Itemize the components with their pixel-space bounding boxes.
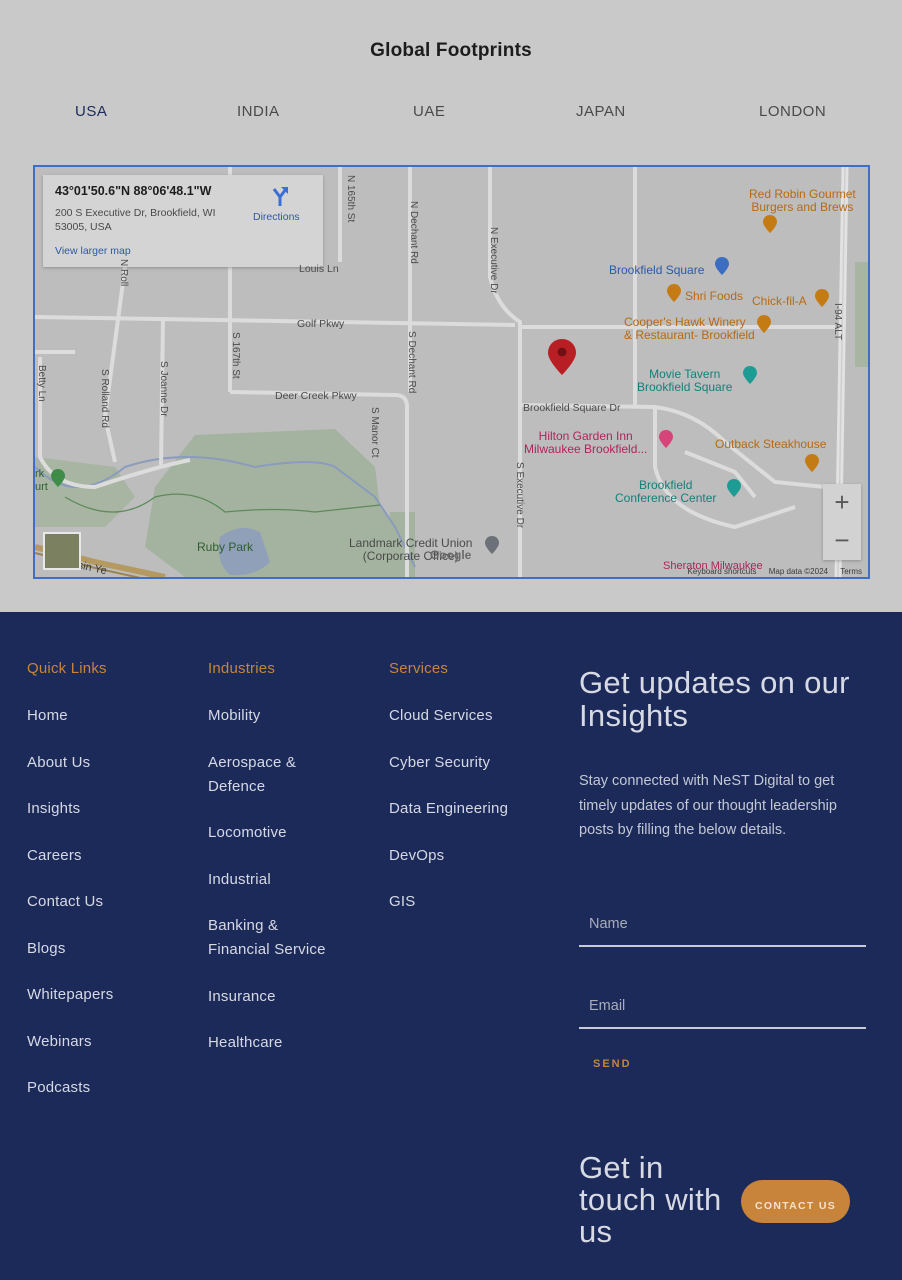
map-address: 200 S Executive Dr, Brookfield, WI 53005…: [55, 207, 216, 233]
tab-japan[interactable]: JAPAN: [576, 103, 626, 120]
road-label: Brookfield Square Dr: [523, 402, 621, 414]
road-label: Deer Creek Pkwy: [275, 390, 357, 402]
footer-link-devops[interactable]: DevOps: [389, 844, 508, 868]
section-title: Global Footprints: [370, 40, 532, 61]
road-label: S 167th St: [230, 332, 241, 379]
footer-link-blogs[interactable]: Blogs: [27, 937, 113, 961]
poi-chick-fil-a[interactable]: Chick-fil-A: [752, 295, 807, 308]
map-data-label: Map data ©2024: [768, 567, 828, 576]
restaurant-pin-icon[interactable]: [763, 215, 777, 233]
restaurant-pin-icon[interactable]: [757, 315, 771, 333]
site-footer: Quick Links Home About Us Insights Caree…: [0, 612, 902, 1280]
venue-pin-icon[interactable]: [727, 479, 741, 497]
poi-shri-foods[interactable]: Shri Foods: [685, 290, 743, 303]
road-label: S Rolland Rd: [99, 369, 110, 428]
tab-india[interactable]: INDIA: [237, 103, 280, 120]
tab-london[interactable]: LONDON: [759, 103, 826, 120]
directions-icon[interactable]: [269, 185, 291, 207]
road-label: N 165th St: [345, 175, 356, 223]
footer-link-podcasts[interactable]: Podcasts: [27, 1076, 113, 1100]
footer-link-home[interactable]: Home: [27, 704, 113, 728]
get-in-touch-title: Get in touch with us: [579, 1150, 722, 1249]
global-footprints-section: Global Footprints USA INDIA UAE JAPAN LO…: [0, 0, 902, 612]
footer-link-whitepapers[interactable]: Whitepapers: [27, 983, 113, 1007]
footer-link-banking[interactable]: Banking & Financial Service: [208, 914, 338, 962]
footer-link-industrial[interactable]: Industrial: [208, 868, 338, 892]
footer-link-cloud-services[interactable]: Cloud Services: [389, 704, 508, 728]
location-map[interactable]: 43°01'50.6"N 88°06'48.1"W 200 S Executiv…: [33, 165, 870, 579]
poi-conference-center[interactable]: Brookfield Conference Center: [615, 479, 716, 505]
poi-red-robin[interactable]: Red Robin Gourmet Burgers and Brews: [749, 188, 856, 214]
email-field[interactable]: [579, 985, 866, 1029]
poi-ruby-park[interactable]: Ruby Park: [197, 541, 253, 554]
zoom-controls: + −: [823, 484, 861, 560]
services-heading: Services: [389, 660, 449, 677]
directions-link[interactable]: Directions: [253, 211, 300, 223]
footer-link-gis[interactable]: GIS: [389, 890, 508, 914]
services-column: Services Cloud Services Cyber Security D…: [389, 660, 508, 937]
footer-link-locomotive[interactable]: Locomotive: [208, 821, 338, 845]
location-pin-icon[interactable]: [485, 536, 499, 554]
satellite-toggle-button[interactable]: [43, 532, 81, 570]
poi-park-left: rk urt: [35, 468, 48, 493]
view-larger-map-link[interactable]: View larger map: [55, 245, 131, 257]
poi-outback[interactable]: Outback Steakhouse: [715, 438, 826, 451]
industries-column: Industries Mobility Aerospace & Defence …: [208, 660, 338, 1078]
terms-link[interactable]: Terms: [840, 567, 862, 576]
hotel-pin-icon[interactable]: [659, 430, 673, 448]
road-label: S Joanne Dr: [158, 361, 169, 417]
contact-us-button[interactable]: CONTACT US: [741, 1180, 850, 1223]
footer-link-data-engineering[interactable]: Data Engineering: [389, 797, 508, 821]
zoom-in-button[interactable]: +: [823, 484, 861, 522]
road-label: Betty Ln: [36, 365, 47, 402]
restaurant-pin-icon[interactable]: [805, 454, 819, 472]
park-pin-icon[interactable]: [51, 469, 65, 487]
road-label: N Roll: [118, 259, 129, 287]
poi-movie-tavern[interactable]: Movie Tavern Brookfield Square: [637, 368, 732, 394]
road-label: Golf Pkwy: [297, 318, 345, 330]
map-info-card: 43°01'50.6"N 88°06'48.1"W 200 S Executiv…: [43, 175, 323, 267]
road-label: N Executive Dr: [488, 227, 499, 294]
keyboard-shortcuts-link[interactable]: Keyboard shortcuts: [688, 567, 757, 576]
restaurant-pin-icon[interactable]: [815, 289, 829, 307]
footer-link-careers[interactable]: Careers: [27, 844, 113, 868]
footer-link-cyber-security[interactable]: Cyber Security: [389, 751, 508, 775]
quick-links-heading: Quick Links: [27, 660, 107, 677]
quick-links-column: Quick Links Home About Us Insights Caree…: [27, 660, 113, 1123]
tab-usa[interactable]: USA: [75, 103, 107, 120]
road-label: Louis Ln: [299, 263, 339, 275]
footer-link-healthcare[interactable]: Healthcare: [208, 1031, 338, 1055]
road-label: S Dechant Rd: [406, 331, 417, 394]
road-label: S Executive Dr: [514, 462, 525, 529]
poi-hilton[interactable]: Hilton Garden Inn Milwaukee Brookfield...: [524, 430, 647, 456]
shopping-pin-icon[interactable]: [715, 257, 729, 275]
footer-link-aerospace[interactable]: Aerospace & Defence: [208, 751, 338, 799]
updates-title: Get updates on our Insights: [579, 665, 850, 733]
name-field[interactable]: [579, 903, 866, 947]
footer-link-mobility[interactable]: Mobility: [208, 704, 338, 728]
footer-link-webinars[interactable]: Webinars: [27, 1030, 113, 1054]
selected-location-pin-icon[interactable]: [548, 339, 576, 375]
zoom-out-button[interactable]: −: [823, 522, 861, 560]
road-label: N Dechant Rd: [408, 201, 419, 264]
footer-link-about-us[interactable]: About Us: [27, 751, 113, 775]
tab-uae[interactable]: UAE: [413, 103, 445, 120]
road-label: S Manor Ct: [369, 407, 380, 458]
industries-heading: Industries: [208, 660, 276, 677]
road-label: I-94 ALT: [832, 303, 843, 341]
map-attribution: Keyboard shortcuts Map data ©2024 Terms: [678, 567, 862, 576]
footer-link-contact-us[interactable]: Contact Us: [27, 890, 113, 914]
send-button[interactable]: SEND: [593, 1058, 632, 1070]
poi-coopers-hawk[interactable]: Cooper's Hawk Winery & Restaurant- Brookf…: [624, 316, 755, 342]
google-logo: Google: [430, 548, 472, 562]
restaurant-pin-icon[interactable]: [667, 284, 681, 302]
footer-link-insurance[interactable]: Insurance: [208, 985, 338, 1009]
cinema-pin-icon[interactable]: [743, 366, 757, 384]
location-tabs: USA INDIA UAE JAPAN LONDON: [0, 103, 902, 125]
footer-link-insights[interactable]: Insights: [27, 797, 113, 821]
updates-description: Stay connected with NeST Digital to get …: [579, 773, 837, 838]
map-coordinates: 43°01'50.6"N 88°06'48.1"W: [55, 184, 212, 198]
poi-brookfield-square[interactable]: Brookfield Square: [609, 264, 704, 277]
